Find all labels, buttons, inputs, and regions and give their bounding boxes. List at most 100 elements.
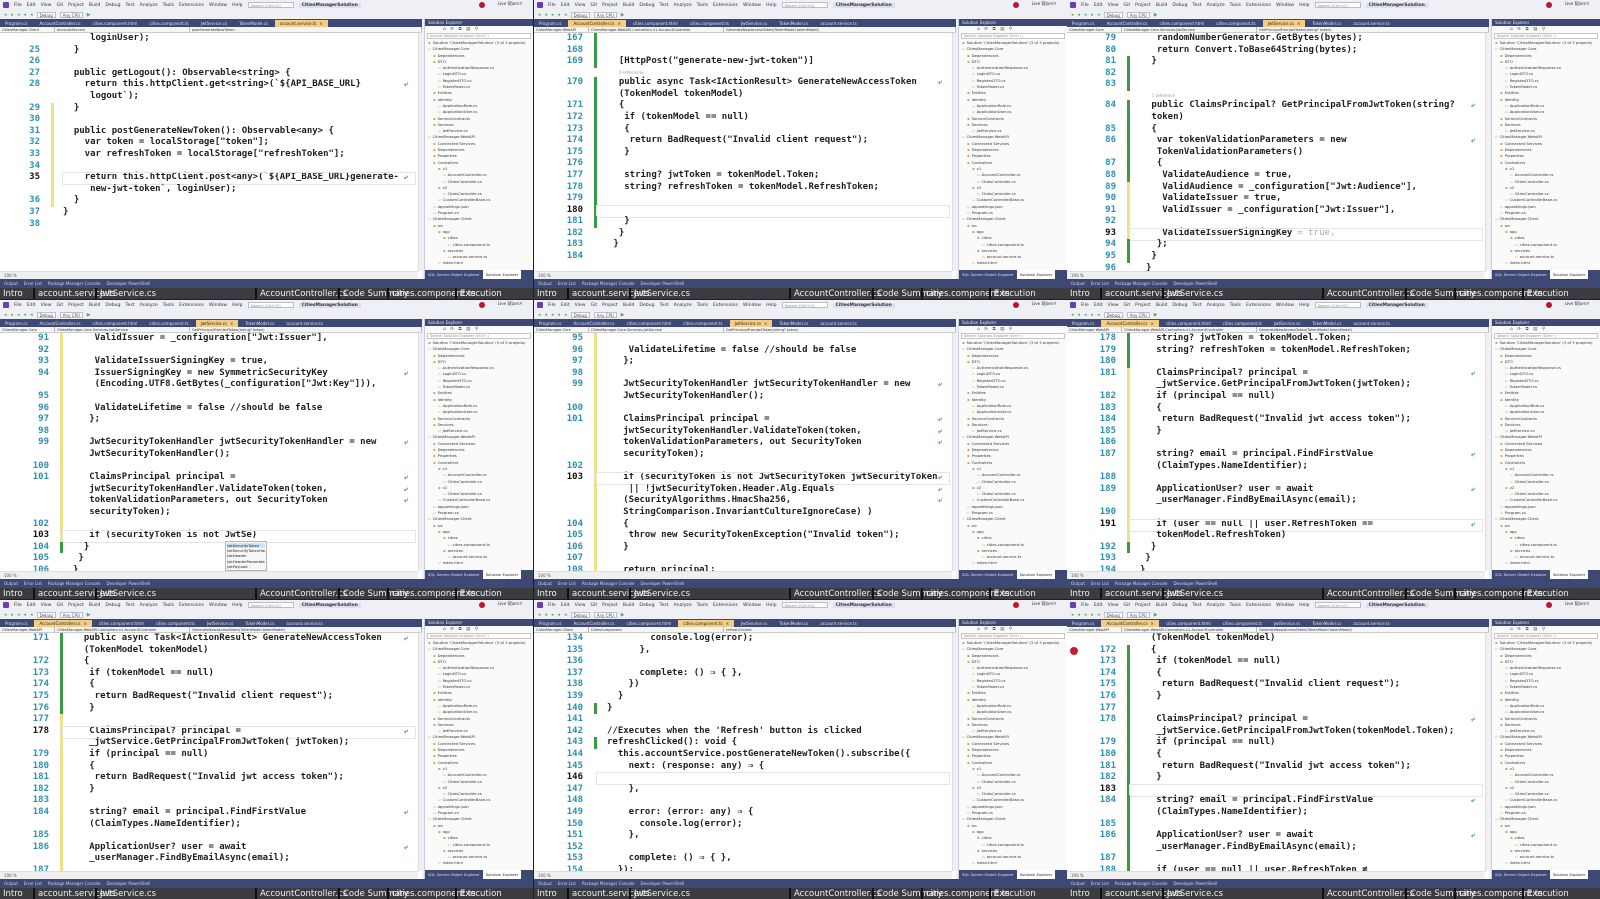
editor-tab[interactable]: AccountController.cs × — [1101, 620, 1159, 627]
tool-tab[interactable]: Package Manager Console — [48, 579, 101, 588]
editor-tab[interactable]: cities.component.html — [621, 620, 676, 627]
menu-item-help[interactable]: Help — [1299, 303, 1309, 308]
editor-tab[interactable]: JwtService.cs — [1269, 320, 1305, 327]
lecture-label[interactable]: AccountController.cs — [789, 588, 884, 599]
lecture-label[interactable]: Execution — [455, 288, 505, 299]
lecture-label[interactable]: JwtService.cs — [629, 888, 693, 899]
menu-item-tools[interactable]: Tools — [1230, 303, 1241, 308]
editor-tab[interactable]: cities.component.ts — [151, 620, 200, 627]
navigation-dropdown[interactable]: CitiesManager.WebAPI.Controllers.v1.Acco… — [1122, 627, 1257, 632]
menu-item-file[interactable]: File — [1081, 603, 1089, 608]
menu-item-test[interactable]: Test — [1193, 303, 1202, 308]
editor-tab[interactable]: AccountController.cs × — [1101, 320, 1159, 327]
close-icon[interactable]: × — [1297, 21, 1300, 26]
menu-item-build[interactable]: Build — [1156, 603, 1168, 608]
account-avatar[interactable] — [1546, 602, 1552, 608]
navigation-dropdown[interactable]: GetPrincipalFromJwtToken(string? token) — [190, 327, 422, 332]
platform-dropdown[interactable]: Any CPU — [59, 611, 83, 618]
save-icon[interactable]: ◂ — [17, 12, 20, 18]
lecture-label[interactable]: Intro — [0, 588, 26, 599]
editor-tab[interactable]: TokenModel.cs — [234, 20, 273, 27]
save-icon[interactable]: ◂ — [1084, 312, 1087, 318]
navigation-dropdown[interactable]: CitiesManager.WebAPI.Controllers.v1.Acco… — [55, 627, 190, 632]
panel-tab[interactable]: Solution Explorer — [1016, 270, 1056, 279]
platform-dropdown[interactable]: Any CPU — [1126, 311, 1150, 318]
tool-tab[interactable]: Package Manager Console — [48, 279, 101, 288]
navigation-dropdown[interactable]: AccountService — [55, 27, 190, 32]
lecture-label[interactable]: JwtService.cs — [95, 888, 159, 899]
configuration-dropdown[interactable]: Debug — [36, 11, 56, 18]
platform-dropdown[interactable]: Any CPU — [593, 311, 617, 318]
menu-item-build[interactable]: Build — [623, 603, 635, 608]
configuration-dropdown[interactable]: Debug — [570, 11, 590, 18]
menu-item-edit[interactable]: Edit — [1094, 303, 1103, 308]
redo-icon[interactable]: ◂ — [564, 12, 567, 18]
editor-tab[interactable]: Program.cs — [0, 320, 32, 327]
menu-item-analyze[interactable]: Analyze — [1207, 603, 1225, 608]
editor-tab[interactable]: AccountController.cs — [34, 20, 85, 27]
lecture-label[interactable]: AccountController.cs — [1322, 588, 1417, 599]
menu-item-test[interactable]: Test — [660, 303, 669, 308]
menu-item-build[interactable]: Build — [623, 303, 635, 308]
solution-explorer-search[interactable]: Search Solution Explorer (Ctrl+;) — [961, 33, 1065, 39]
tool-tab[interactable]: Output — [4, 879, 18, 888]
editor-tab[interactable]: account.service.ts — [1348, 620, 1394, 627]
menu-item-file[interactable]: File — [548, 3, 556, 8]
search-box[interactable]: Search (Ctrl+Q) — [247, 602, 294, 608]
menu-item-test[interactable]: Test — [126, 603, 135, 608]
menu-item-debug[interactable]: Debug — [639, 303, 654, 308]
tool-tab[interactable]: Output — [1071, 879, 1085, 888]
search-box[interactable]: Search (Ctrl+Q) — [781, 2, 828, 8]
tool-tab[interactable]: Developer PowerShell — [1173, 279, 1217, 288]
start-icon[interactable]: ▶ — [621, 312, 625, 318]
menu-item-debug[interactable]: Debug — [639, 603, 654, 608]
solution-explorer-toolbar[interactable]: ⌂ ⟳ ⧉ ▤ ⚲ — [425, 326, 533, 333]
account-avatar[interactable] — [1013, 302, 1019, 308]
navigation-dropdown[interactable]: CitiesManager.WebAPI — [0, 627, 55, 632]
menu-item-file[interactable]: File — [1081, 303, 1089, 308]
navigation-dropdown[interactable]: GetPrincipalFromJwtToken(string? token) — [1257, 27, 1489, 32]
editor-tab[interactable]: Program.cs — [534, 20, 566, 27]
menu-item-edit[interactable]: Edit — [27, 3, 36, 8]
editor-tab[interactable]: Program.cs — [534, 620, 566, 627]
panel-tab[interactable]: SQL Server Object Explorer — [959, 570, 1017, 579]
menu-item-git[interactable]: Git — [591, 3, 598, 8]
undo-icon[interactable]: ◂ — [24, 612, 27, 618]
solution-explorer-toolbar[interactable]: ⌂ ⟳ ⧉ ▤ ⚲ — [1492, 26, 1600, 33]
configuration-dropdown[interactable]: Debug — [1103, 311, 1123, 318]
vertical-scrollbar[interactable] — [952, 333, 956, 571]
account-avatar[interactable] — [1013, 2, 1019, 8]
tool-tab[interactable]: Package Manager Console — [582, 579, 635, 588]
live-share-button[interactable]: Live Share — [1032, 601, 1053, 606]
vertical-scrollbar[interactable] — [952, 33, 956, 271]
editor-tab[interactable]: cities.component.ts × — [678, 620, 734, 627]
configuration-dropdown[interactable]: Debug — [1103, 11, 1123, 18]
panel-tab[interactable]: SQL Server Object Explorer — [425, 270, 483, 279]
editor-tab[interactable]: cities.component.html — [94, 620, 149, 627]
menu-item-git[interactable]: Git — [57, 3, 64, 8]
vertical-scrollbar[interactable] — [952, 633, 956, 871]
tree-item[interactable]: ▫ index.html — [959, 260, 1066, 266]
search-box[interactable]: Search (Ctrl+Q) — [781, 602, 828, 608]
search-box[interactable]: Search (Ctrl+Q) — [1314, 2, 1361, 8]
menu-item-build[interactable]: Build — [89, 3, 101, 8]
navigation-dropdown[interactable]: CitiesManager.Core.Services.JwtService — [589, 327, 724, 332]
navigation-dropdown[interactable]: CitiesManager.WebAPI — [534, 27, 589, 32]
menu-item-analyze[interactable]: Analyze — [1207, 3, 1225, 8]
menu-item-extensions[interactable]: Extensions — [713, 303, 738, 308]
tool-tab[interactable]: Error List — [24, 279, 42, 288]
tool-tab[interactable]: Output — [538, 579, 552, 588]
account-avatar[interactable] — [479, 302, 485, 308]
lecture-label[interactable]: JwtService.cs — [95, 288, 159, 299]
panel-tab[interactable]: SQL Server Object Explorer — [1492, 270, 1550, 279]
menu-item-analyze[interactable]: Analyze — [1207, 303, 1225, 308]
menu-item-help[interactable]: Help — [766, 3, 776, 8]
menu-item-view[interactable]: View — [41, 303, 52, 308]
navigation-dropdown[interactable]: GenerateNewAccessToken(TokenModel tokenM… — [724, 27, 956, 32]
panel-tab[interactable]: SQL Server Object Explorer — [959, 270, 1017, 279]
search-box[interactable]: Search (Ctrl+Q) — [1314, 602, 1361, 608]
menu-item-analyze[interactable]: Analyze — [140, 3, 158, 8]
navigation-dropdown[interactable]: CitiesManager.Core — [534, 327, 589, 332]
menu-item-file[interactable]: File — [14, 303, 22, 308]
tool-tab[interactable]: Package Manager Console — [1115, 279, 1168, 288]
